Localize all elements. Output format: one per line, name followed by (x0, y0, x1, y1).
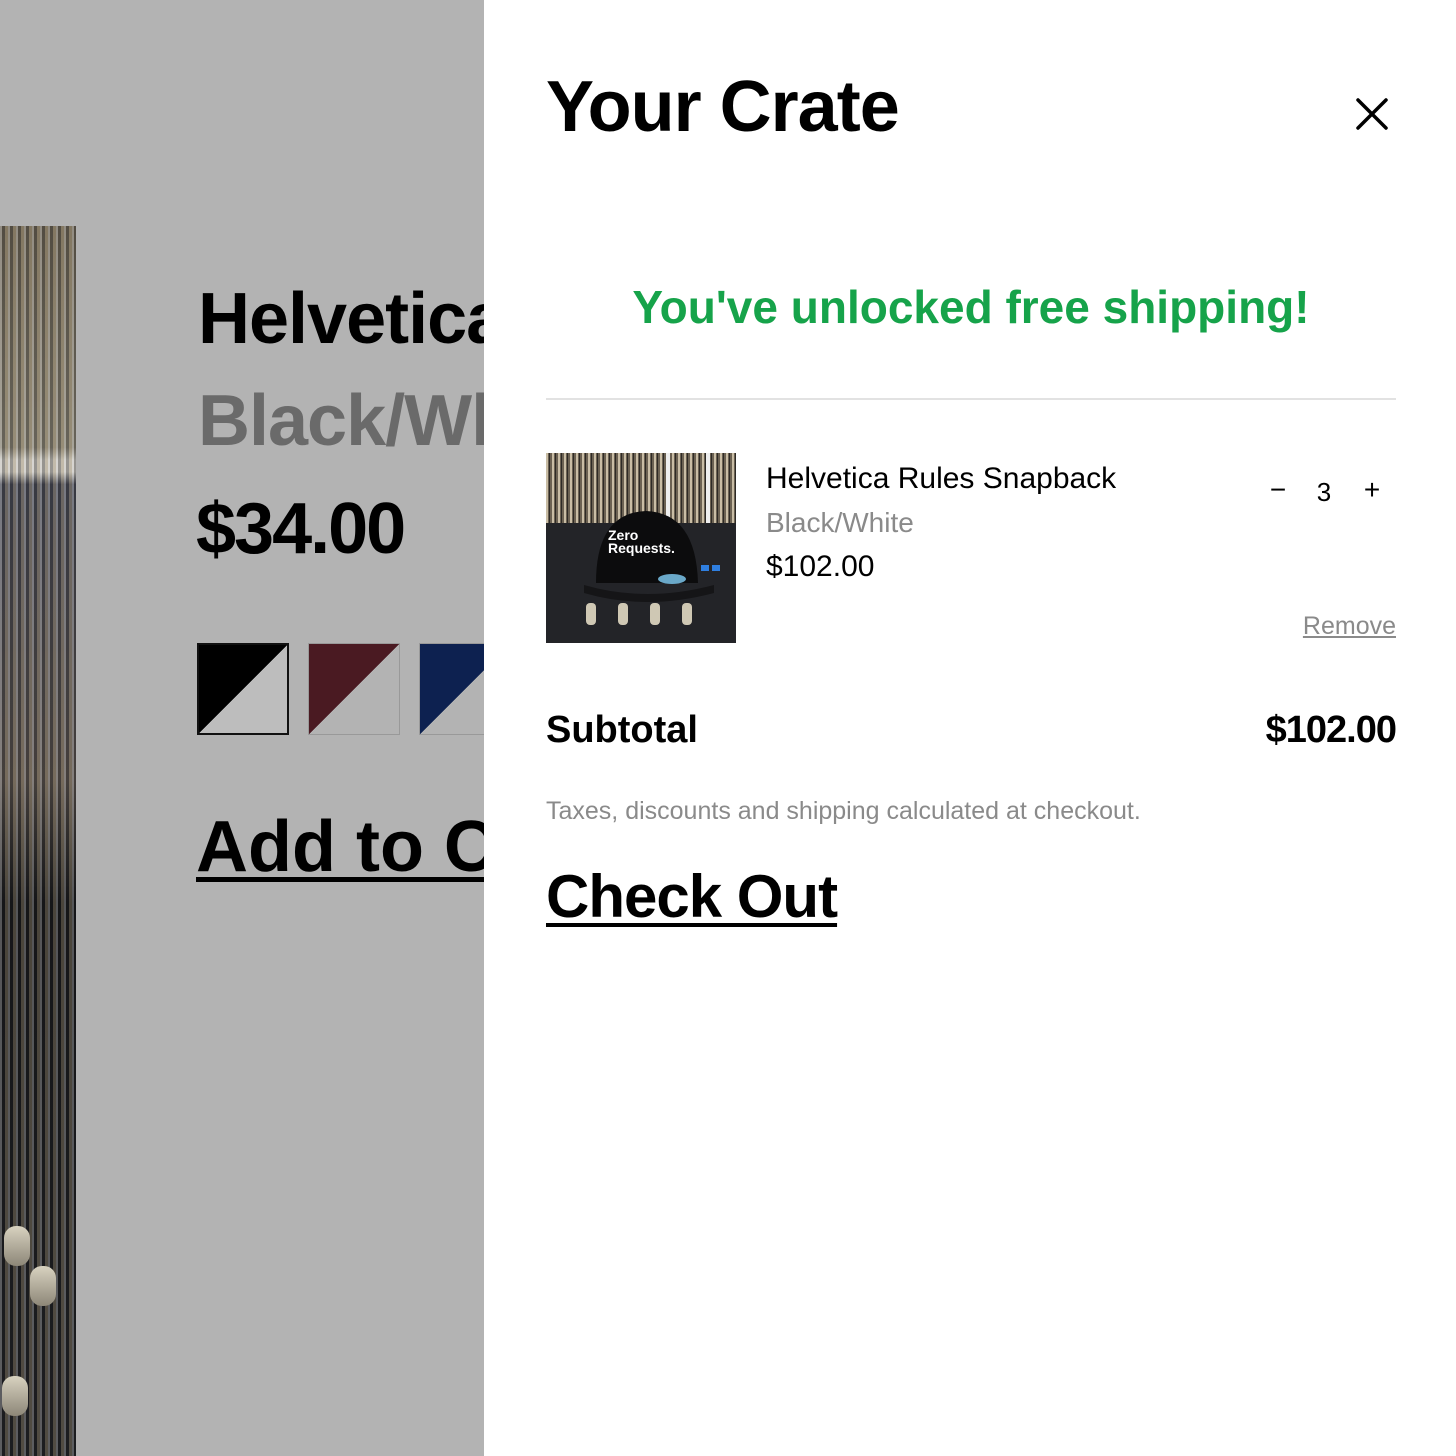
product-title: Helvetica Rules Snapback (198, 279, 484, 359)
quantity-value: 3 (1316, 477, 1332, 507)
product-photo (0, 226, 76, 1456)
swatch-navy[interactable] (419, 643, 484, 735)
subtotal-value: $102.00 (1265, 709, 1397, 751)
remove-item-link[interactable]: Remove (1303, 612, 1396, 641)
checkout-button[interactable]: Check Out (546, 862, 838, 931)
divider (546, 398, 1396, 400)
quantity-increase-button[interactable]: + (1354, 472, 1390, 508)
tax-note: Taxes, discounts and shipping calculated… (546, 797, 1141, 825)
background-product-page: Helvetica Rules Snapback Black/White $34… (0, 0, 484, 1456)
free-shipping-message: You've unlocked free shipping! (632, 281, 1310, 333)
item-thumbnail[interactable]: Zero Requests. (546, 453, 736, 643)
product-price: $34.00 (196, 489, 406, 569)
product-variant: Black/White (198, 381, 484, 461)
hat-image: Zero Requests. (546, 453, 736, 643)
quantity-decrease-button[interactable]: − (1260, 472, 1296, 508)
item-name[interactable]: Helvetica Rules Snapback (766, 462, 1116, 496)
swatch-maroon[interactable] (308, 643, 400, 735)
subtotal-label: Subtotal (546, 709, 698, 751)
cart-drawer: Your Crate You've unlocked free shipping… (484, 0, 1456, 1456)
item-price: $102.00 (766, 550, 875, 583)
cart-title: Your Crate (546, 67, 900, 147)
close-icon (1356, 98, 1388, 130)
hat-text-line-2: Requests. (608, 540, 675, 556)
add-to-cart-button[interactable]: Add to Cart (196, 806, 484, 888)
item-variant: Black/White (766, 507, 914, 538)
close-button[interactable] (1352, 94, 1392, 134)
swatch-black-white[interactable] (197, 643, 289, 735)
